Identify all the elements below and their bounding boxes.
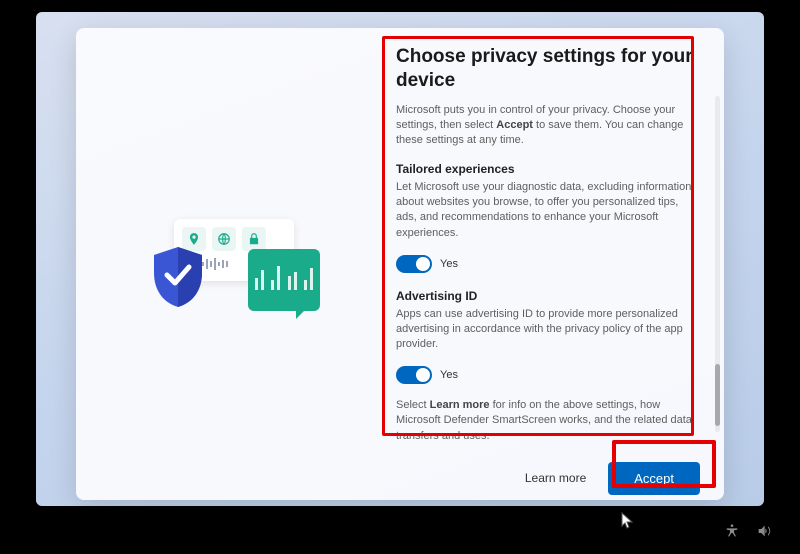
learn-more-button[interactable]: Learn more bbox=[525, 471, 586, 485]
intro-text: Microsoft puts you in control of your pr… bbox=[396, 103, 702, 149]
privacy-content-pane: Choose privacy settings for your device … bbox=[386, 28, 724, 500]
footer-text: Select Learn more for info on the above … bbox=[396, 398, 702, 444]
mouse-cursor-icon bbox=[621, 512, 634, 530]
toggle-label-advertising: Yes bbox=[440, 369, 458, 381]
toggle-tailored-experiences[interactable] bbox=[396, 255, 432, 273]
section-title-advertising: Advertising ID bbox=[396, 289, 702, 303]
scrollbar-thumb[interactable] bbox=[715, 364, 720, 426]
accessibility-icon[interactable] bbox=[724, 523, 740, 544]
content-scrollbar[interactable] bbox=[715, 96, 720, 432]
globe-icon bbox=[212, 227, 236, 251]
system-tray bbox=[724, 523, 772, 544]
privacy-illustration bbox=[76, 28, 386, 500]
shield-check-icon bbox=[150, 245, 206, 309]
section-desc-advertising: Apps can use advertising ID to provide m… bbox=[396, 307, 702, 353]
oobe-privacy-dialog: Choose privacy settings for your device … bbox=[76, 28, 724, 500]
toggle-label-tailored: Yes bbox=[440, 258, 458, 270]
page-title: Choose privacy settings for your device bbox=[396, 45, 706, 93]
accept-button[interactable]: Accept bbox=[608, 462, 700, 495]
section-desc-tailored: Let Microsoft use your diagnostic data, … bbox=[396, 180, 702, 241]
volume-icon[interactable] bbox=[756, 523, 772, 544]
section-title-tailored: Tailored experiences bbox=[396, 162, 702, 176]
toggle-advertising-id[interactable] bbox=[396, 366, 432, 384]
chat-bubble-icon bbox=[248, 249, 320, 311]
lock-icon bbox=[242, 227, 266, 251]
